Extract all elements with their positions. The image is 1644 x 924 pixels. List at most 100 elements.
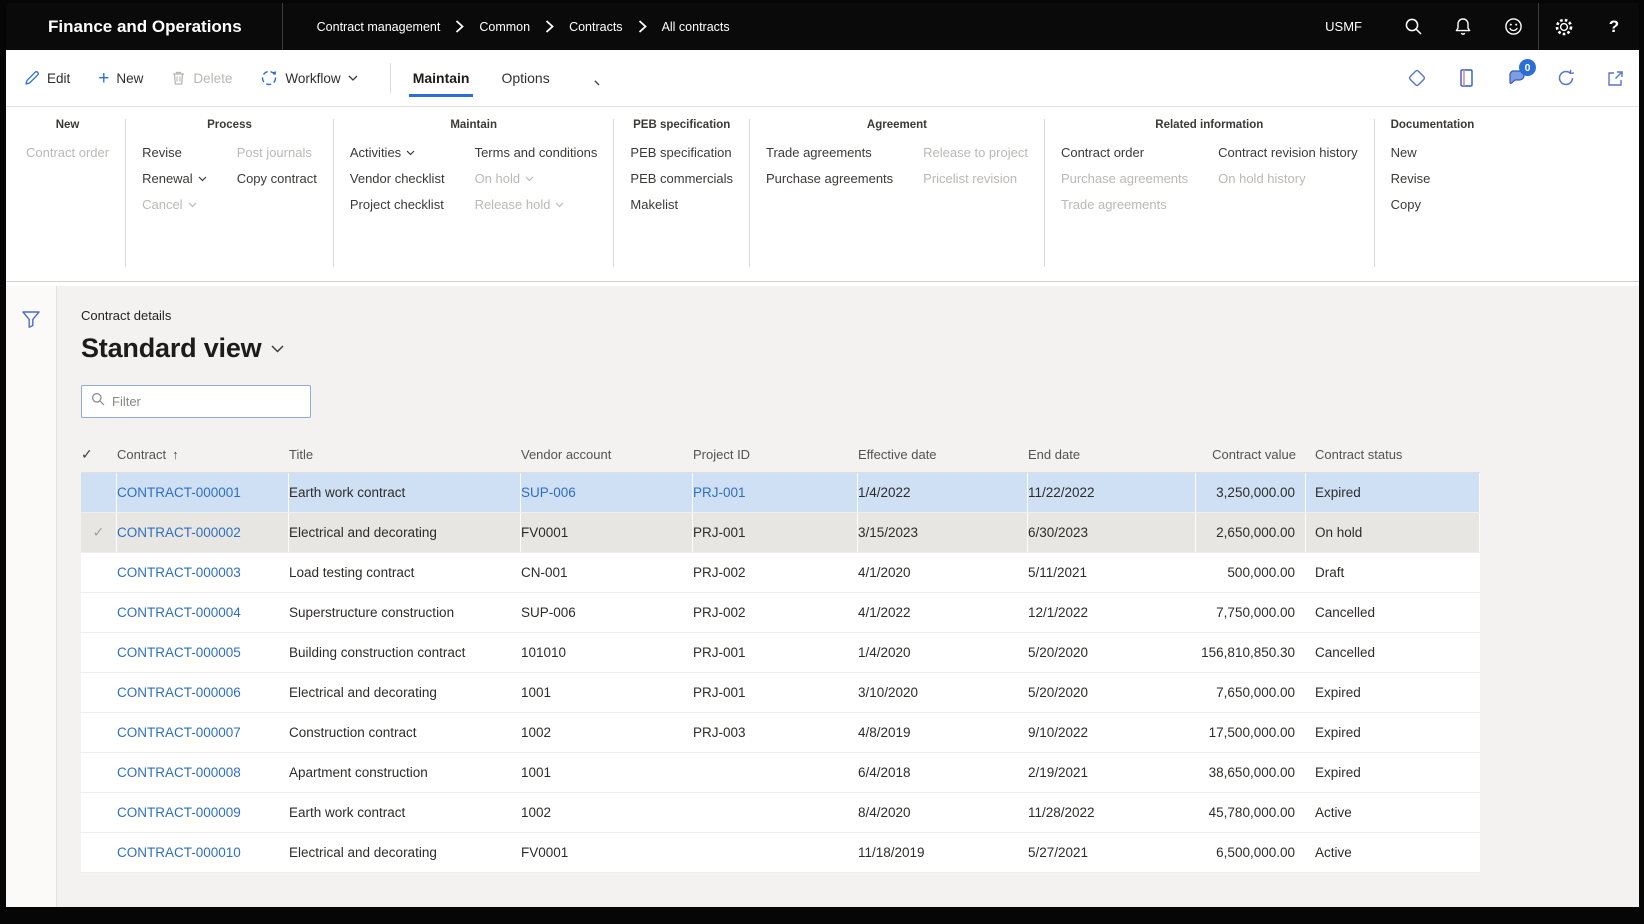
column-header-project-id[interactable]: Project ID: [693, 447, 858, 462]
table-row[interactable]: CONTRACT-000005Building construction con…: [81, 633, 1480, 673]
ribbon-item-revise[interactable]: Revise: [142, 145, 207, 160]
settings-gear-icon[interactable]: [1539, 3, 1589, 50]
row-checkbox[interactable]: ✓: [81, 513, 117, 552]
table-row[interactable]: CONTRACT-000006Electrical and decorating…: [81, 673, 1480, 713]
tab-options[interactable]: Options: [495, 53, 555, 103]
row-checkbox[interactable]: [81, 713, 117, 752]
cell-contract[interactable]: CONTRACT-000003: [117, 553, 289, 592]
column-header-contract-value[interactable]: Contract value: [1196, 447, 1306, 462]
new-button[interactable]: + New: [98, 69, 143, 88]
messages-icon[interactable]: 0: [1506, 68, 1526, 88]
ribbon-item-copy-contract[interactable]: Copy contract: [237, 171, 317, 186]
ribbon-item-label: Revise: [1391, 171, 1431, 186]
ribbon-item-trade-agreements[interactable]: Trade agreements: [766, 145, 893, 160]
table-row[interactable]: CONTRACT-000004Superstructure constructi…: [81, 593, 1480, 633]
breadcrumb-area[interactable]: Common: [479, 20, 530, 34]
ribbon-item-terms-and-conditions[interactable]: Terms and conditions: [475, 145, 598, 160]
cell-contract[interactable]: CONTRACT-000002: [117, 513, 289, 552]
column-header-effective-date[interactable]: Effective date: [858, 447, 1028, 462]
edit-button[interactable]: Edit: [24, 70, 70, 86]
select-all-checkmark[interactable]: ✓: [81, 446, 117, 463]
ribbon-item-vendor-checklist[interactable]: Vendor checklist: [350, 171, 445, 186]
ribbon-group-title: PEB specification: [630, 119, 733, 131]
row-checkbox[interactable]: [81, 633, 117, 672]
ribbon-item-project-checklist[interactable]: Project checklist: [350, 197, 445, 212]
cell-contract[interactable]: CONTRACT-000001: [117, 473, 289, 512]
cell-vendor-account: FV0001: [521, 513, 693, 552]
ribbon-item-copy[interactable]: Copy: [1391, 197, 1431, 212]
ribbon-item-revise[interactable]: Revise: [1391, 171, 1431, 186]
cell-title: Electrical and decorating: [289, 833, 521, 872]
ribbon-item-renewal[interactable]: Renewal: [142, 171, 207, 186]
row-checkbox[interactable]: [81, 833, 117, 872]
search-icon[interactable]: [1388, 3, 1438, 50]
table-row[interactable]: CONTRACT-000008Apartment construction100…: [81, 753, 1480, 793]
grid-filter-box[interactable]: [81, 385, 311, 418]
table-row[interactable]: ✓CONTRACT-000002Electrical and decoratin…: [81, 513, 1480, 553]
ribbon-item-label: On hold: [475, 171, 521, 186]
cell-contract[interactable]: CONTRACT-000006: [117, 673, 289, 712]
ribbon-item-label: PEB specification: [630, 145, 731, 160]
table-row[interactable]: CONTRACT-000001Earth work contractSUP-00…: [81, 473, 1480, 513]
ribbon-item-peb-commercials[interactable]: PEB commercials: [630, 171, 733, 186]
table-row[interactable]: CONTRACT-000009Earth work contract10028/…: [81, 793, 1480, 833]
cell-contract[interactable]: CONTRACT-000009: [117, 793, 289, 832]
app-brand-title[interactable]: Finance and Operations: [6, 17, 282, 37]
ribbon-item-purchase-agreements[interactable]: Purchase agreements: [766, 171, 893, 186]
tab-maintain[interactable]: Maintain: [407, 53, 476, 103]
cell-vendor-account: 1002: [521, 713, 693, 752]
cell-contract[interactable]: CONTRACT-000010: [117, 833, 289, 872]
row-checkbox[interactable]: [81, 753, 117, 792]
cell-project-id[interactable]: PRJ-001: [693, 473, 858, 512]
cell-end-date: 5/11/2021: [1028, 553, 1196, 592]
open-in-new-window-icon[interactable]: [1606, 69, 1625, 88]
workflow-sync-icon: [260, 69, 278, 87]
row-checkbox[interactable]: [81, 593, 117, 632]
column-header-end-date[interactable]: End date: [1028, 447, 1196, 462]
view-selector[interactable]: Standard view: [81, 333, 1639, 364]
edit-pencil-icon: [24, 70, 40, 86]
column-header-vendor-account[interactable]: Vendor account: [521, 447, 693, 462]
ribbon-item-contract-revision-history[interactable]: Contract revision history: [1218, 145, 1357, 160]
column-header-contract[interactable]: Contract↑: [117, 447, 289, 462]
cell-contract[interactable]: CONTRACT-000005: [117, 633, 289, 672]
filter-funnel-icon[interactable]: [21, 310, 41, 907]
breadcrumb-page[interactable]: All contracts: [662, 20, 730, 34]
cell-vendor-account[interactable]: SUP-006: [521, 473, 693, 512]
notifications-bell-icon[interactable]: [1438, 3, 1488, 50]
column-header-title[interactable]: Title: [289, 447, 521, 462]
actionbar-search-icon[interactable]: [584, 70, 601, 87]
cell-vendor-account: SUP-006: [521, 593, 693, 632]
ribbon-item-release-to-project: Release to project: [923, 145, 1028, 160]
workflow-button[interactable]: Workflow: [260, 69, 357, 87]
help-icon[interactable]: ?: [1589, 3, 1639, 50]
breadcrumb-section[interactable]: Contracts: [569, 20, 623, 34]
table-row[interactable]: CONTRACT-000010Electrical and decorating…: [81, 833, 1480, 873]
row-checkbox[interactable]: [81, 793, 117, 832]
ribbon-item-purchase-agreements: Purchase agreements: [1061, 171, 1188, 186]
feedback-smiley-icon[interactable]: [1488, 3, 1538, 50]
cell-contract[interactable]: CONTRACT-000004: [117, 593, 289, 632]
company-selector[interactable]: USMF: [1325, 19, 1362, 34]
ribbon-item-new[interactable]: New: [1391, 145, 1431, 160]
ribbon-item-contract-order[interactable]: Contract order: [1061, 145, 1188, 160]
ribbon-item-activities[interactable]: Activities: [350, 145, 445, 160]
breadcrumb-module[interactable]: Contract management: [317, 20, 441, 34]
row-checkbox[interactable]: [81, 553, 117, 592]
cell-vendor-account: 1002: [521, 793, 693, 832]
cell-contract[interactable]: CONTRACT-000007: [117, 713, 289, 752]
column-header-contract-status[interactable]: Contract status: [1306, 447, 1480, 462]
cell-contract[interactable]: CONTRACT-000008: [117, 753, 289, 792]
cell-effective-date: 4/8/2019: [858, 713, 1028, 752]
ribbon-item-makelist[interactable]: Makelist: [630, 197, 733, 212]
task-guide-book-icon[interactable]: [1457, 68, 1476, 88]
refresh-icon[interactable]: [1556, 68, 1576, 88]
table-row[interactable]: CONTRACT-000007Construction contract1002…: [81, 713, 1480, 753]
filter-input[interactable]: [112, 394, 301, 409]
ribbon-item-peb-specification[interactable]: PEB specification: [630, 145, 733, 160]
table-row[interactable]: CONTRACT-000003Load testing contractCN-0…: [81, 553, 1480, 593]
power-apps-icon[interactable]: [1407, 68, 1427, 88]
cell-contract-status: Expired: [1306, 473, 1480, 512]
row-checkbox[interactable]: [81, 473, 117, 512]
row-checkbox[interactable]: [81, 673, 117, 712]
